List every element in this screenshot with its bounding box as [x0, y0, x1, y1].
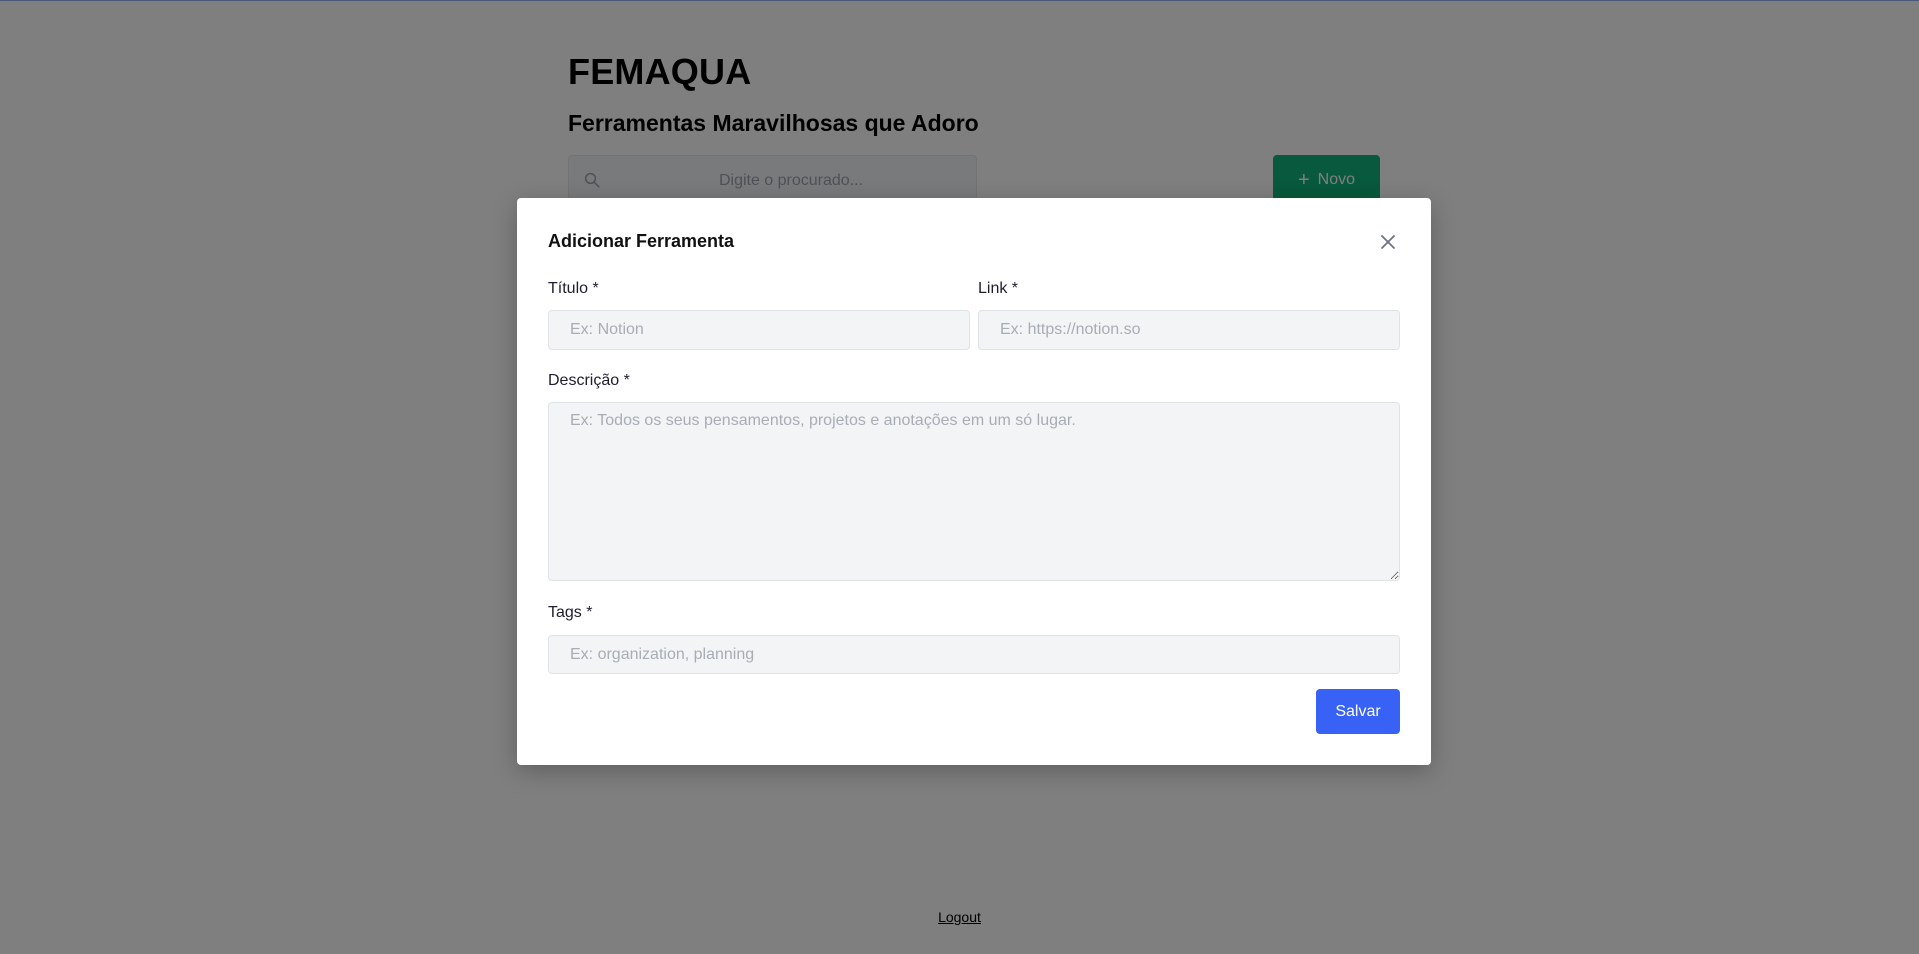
- link-input[interactable]: [978, 310, 1400, 350]
- save-button[interactable]: Salvar: [1316, 689, 1400, 734]
- description-textarea[interactable]: [548, 402, 1400, 581]
- page: FEMAQUA Ferramentas Maravilhosas que Ado…: [0, 0, 1919, 954]
- close-button[interactable]: [1376, 230, 1400, 254]
- title-input[interactable]: [548, 310, 970, 350]
- modal-title: Adicionar Ferramenta: [548, 231, 735, 251]
- description-label: Descrição *: [548, 372, 630, 389]
- close-icon: [1381, 235, 1395, 249]
- tags-input[interactable]: [548, 635, 1400, 674]
- title-label: Título *: [548, 280, 599, 297]
- tags-label: Tags *: [548, 604, 593, 621]
- add-tool-modal: Adicionar Ferramenta Título * Link * Des…: [517, 198, 1431, 765]
- link-label: Link *: [978, 280, 1019, 297]
